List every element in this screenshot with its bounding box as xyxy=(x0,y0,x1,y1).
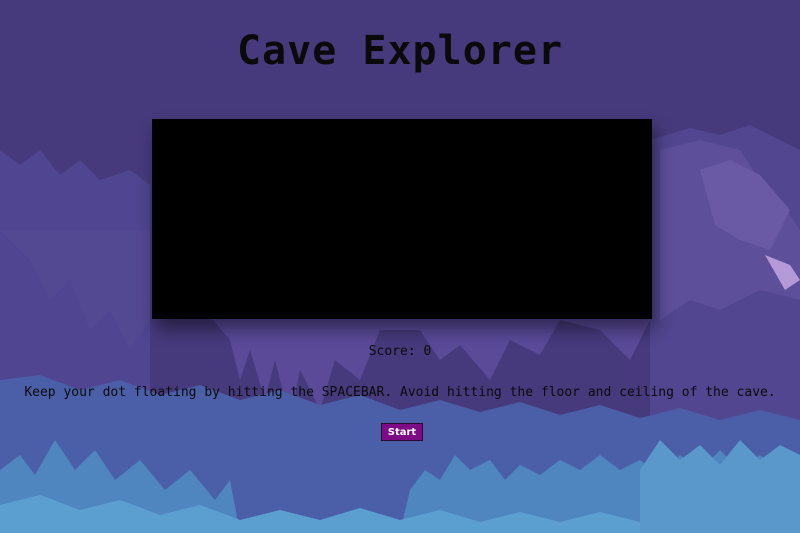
score-label: Score: xyxy=(368,344,416,359)
instructions-text: Keep your dot floating by hitting the SP… xyxy=(24,385,776,400)
page-title: Cave Explorer xyxy=(236,28,564,74)
game-canvas[interactable] xyxy=(152,119,652,319)
start-button[interactable]: Start xyxy=(381,423,423,441)
score-value: 0 xyxy=(423,344,432,359)
score-display: Score: 0 xyxy=(0,344,800,359)
game-page: Cave Explorer Score: 0 Keep your dot flo… xyxy=(0,0,800,533)
